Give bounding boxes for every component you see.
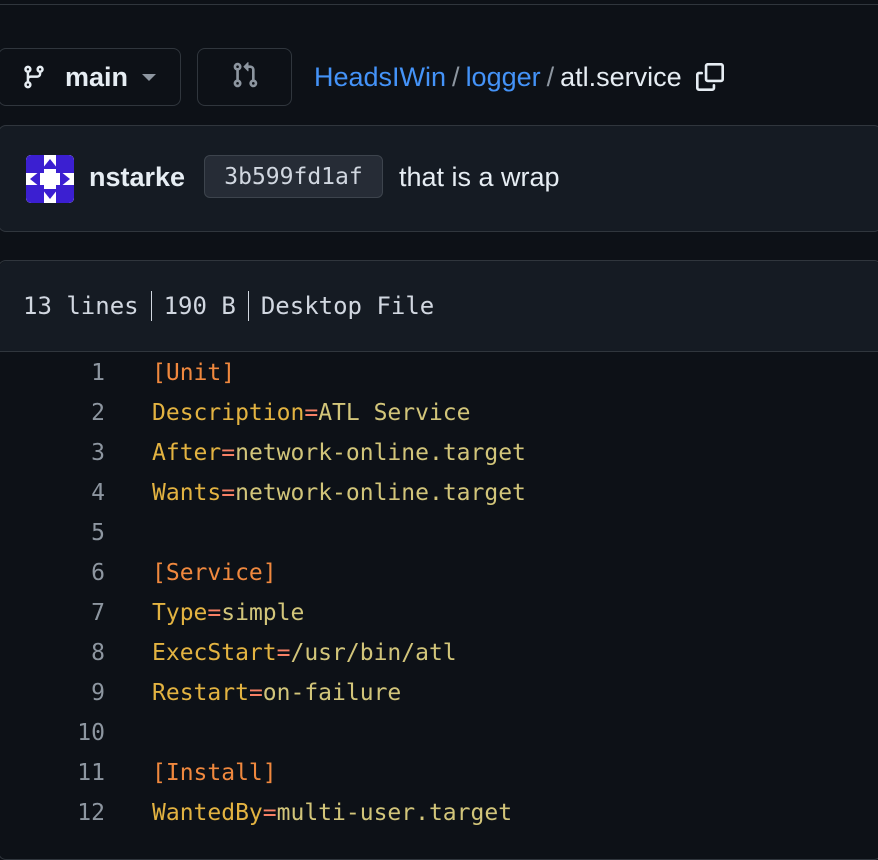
line-number[interactable]: 4	[0, 480, 105, 506]
line-content: [Install]	[152, 760, 277, 786]
breadcrumb-separator: /	[452, 61, 460, 92]
config-key: Description	[152, 400, 305, 426]
equals-sign: =	[248, 680, 263, 706]
code-line: 7 Type=simple	[0, 592, 878, 632]
config-key: ExecStart	[152, 640, 277, 666]
config-value: simple	[221, 600, 305, 626]
top-border	[0, 0, 878, 5]
line-number[interactable]: 8	[0, 640, 105, 666]
code-view: 1 [Unit] 2 Description=ATL Service 3 After=ne…	[0, 352, 878, 832]
line-content: WantedBy=multi-user.target	[152, 800, 512, 826]
config-key: Restart	[152, 680, 249, 706]
line-number[interactable]: 5	[0, 520, 105, 546]
breadcrumb-file-name: atl.service	[560, 61, 682, 92]
branch-name: main	[65, 61, 129, 92]
branch-selector-button[interactable]: main	[0, 48, 181, 106]
section-header: [Install]	[152, 760, 277, 786]
line-number[interactable]: 3	[0, 440, 105, 466]
line-number[interactable]: 10	[0, 720, 105, 746]
latest-commit-bar: nstarke 3b599fd1af that is a wrap	[0, 125, 878, 232]
code-line: 3 After=network-online.target	[0, 432, 878, 472]
breadcrumb: HeadsIWin / logger / atl.service	[314, 60, 724, 94]
line-content: ExecStart=/usr/bin/atl	[152, 640, 457, 666]
line-number[interactable]: 7	[0, 600, 105, 626]
equals-sign: =	[262, 800, 277, 826]
config-key: Wants	[152, 480, 222, 506]
git-branch-icon	[21, 63, 49, 91]
line-content: [Service]	[152, 560, 277, 586]
code-line: 8 ExecStart=/usr/bin/atl	[0, 632, 878, 672]
author-avatar[interactable]	[26, 155, 74, 203]
code-line: 12 WantedBy=multi-user.target	[0, 792, 878, 832]
file-toolbar: main HeadsIWin / logger / atl.service	[0, 48, 878, 108]
config-value: on-failure	[262, 680, 402, 706]
config-key: After	[152, 440, 222, 466]
code-line: 2 Description=ATL Service	[0, 392, 878, 432]
equals-sign: =	[304, 400, 319, 426]
breadcrumb-separator: /	[546, 61, 555, 92]
code-line: 10	[0, 712, 878, 752]
code-line: 5	[0, 512, 878, 552]
pull-request-button[interactable]	[197, 48, 292, 106]
config-value: /usr/bin/atl	[290, 640, 457, 666]
commit-sha-badge[interactable]: 3b599fd1af	[204, 155, 383, 198]
code-line: 11 [Install]	[0, 752, 878, 792]
config-value: network-online.target	[235, 480, 526, 506]
config-value: network-online.target	[235, 440, 526, 466]
line-number[interactable]: 1	[0, 360, 105, 386]
equals-sign: =	[221, 440, 236, 466]
divider	[247, 291, 249, 321]
commit-message[interactable]: that is a wrap	[399, 162, 560, 193]
divider	[150, 291, 152, 321]
line-number[interactable]: 12	[0, 800, 105, 826]
line-number[interactable]: 9	[0, 680, 105, 706]
file-viewer: 13 lines 190 B Desktop File 1 [Unit] 2 Desc…	[0, 260, 878, 860]
line-content: Restart=on-failure	[152, 680, 401, 706]
equals-sign: =	[276, 640, 291, 666]
line-count: 13 lines	[23, 292, 139, 320]
line-content: After=network-online.target	[152, 440, 526, 466]
chevron-down-icon	[142, 73, 157, 81]
line-number[interactable]: 11	[0, 760, 105, 786]
line-number[interactable]: 2	[0, 400, 105, 426]
copy-icon[interactable]	[695, 63, 724, 91]
equals-sign: =	[207, 600, 222, 626]
equals-sign: =	[221, 480, 236, 506]
commit-author[interactable]: nstarke	[89, 162, 185, 193]
line-number[interactable]: 6	[0, 560, 105, 586]
section-header: [Service]	[152, 560, 277, 586]
file-info-header: 13 lines 190 B Desktop File	[0, 261, 878, 352]
line-content: [Unit]	[152, 360, 235, 386]
breadcrumb-owner-link[interactable]: HeadsIWin	[314, 62, 446, 93]
config-value: multi-user.target	[276, 800, 513, 826]
code-line: 4 Wants=network-online.target	[0, 472, 878, 512]
line-content: Type=simple	[152, 600, 304, 626]
line-content: Wants=network-online.target	[152, 480, 526, 506]
breadcrumb-repo-link[interactable]: logger	[466, 62, 541, 93]
code-line: 6 [Service]	[0, 552, 878, 592]
config-key: WantedBy	[152, 800, 263, 826]
config-value: ATL Service	[318, 400, 471, 426]
file-type: Desktop File	[260, 292, 435, 320]
file-size: 190 B	[163, 292, 236, 320]
line-content: Description=ATL Service	[152, 400, 471, 426]
section-header: [Unit]	[152, 360, 236, 386]
code-line: 9 Restart=on-failure	[0, 672, 878, 712]
code-line: 1 [Unit]	[0, 352, 878, 392]
git-pull-request-icon	[231, 61, 259, 94]
config-key: Type	[152, 600, 208, 626]
